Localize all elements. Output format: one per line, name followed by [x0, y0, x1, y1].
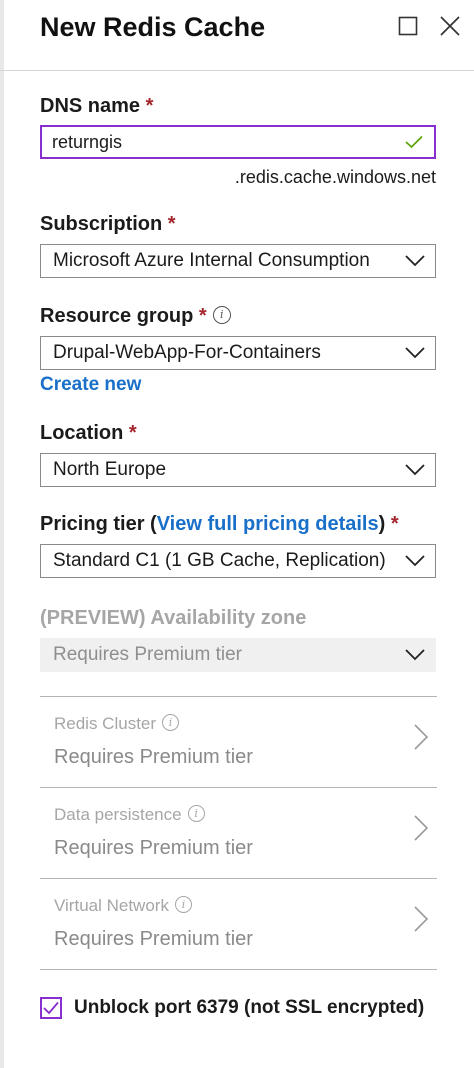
availability-zone-dropdown: Requires Premium tier	[40, 638, 436, 672]
chevron-right-icon	[414, 724, 434, 754]
subscription-selected: Microsoft Azure Internal Consumption	[53, 250, 370, 271]
create-new-link[interactable]: Create new	[40, 374, 141, 396]
redis-cluster-value: Requires Premium tier	[54, 746, 253, 768]
redis-cluster-label: Redis Cluster i	[54, 714, 180, 734]
availability-zone-selected: Requires Premium tier	[53, 644, 242, 665]
info-icon[interactable]: i	[162, 714, 180, 732]
data-persistence-label: Data persistence i	[54, 805, 205, 825]
virtual-network-section[interactable]	[40, 879, 437, 969]
chevron-down-icon	[395, 245, 435, 277]
virtual-network-value: Requires Premium tier	[54, 928, 253, 950]
location-label: Location *	[40, 422, 137, 444]
redis-cluster-section[interactable]	[40, 697, 437, 787]
page-title: New Redis Cache	[40, 12, 266, 42]
blade-header: New Redis Cache	[0, 0, 474, 71]
chevron-down-icon	[395, 337, 435, 369]
location-selected: North Europe	[53, 459, 167, 480]
view-pricing-link[interactable]: View full pricing details	[157, 513, 379, 535]
chevron-down-icon	[395, 454, 435, 486]
divider	[40, 969, 437, 970]
chevron-down-icon	[395, 639, 435, 671]
resource-group-label: Resource group * i	[40, 304, 231, 328]
close-icon	[440, 16, 460, 36]
pricing-tier-selected: Standard C1 (1 GB Cache, Replication)	[53, 550, 386, 571]
valid-check-icon	[394, 126, 434, 158]
info-icon[interactable]: i	[187, 805, 205, 823]
chevron-right-icon	[414, 815, 434, 845]
virtual-network-label: Virtual Network i	[54, 896, 192, 916]
dns-name-field[interactable]	[40, 125, 436, 159]
chevron-right-icon	[414, 906, 434, 936]
pricing-tier-label: Pricing tier (View full pricing details)…	[40, 513, 399, 535]
checkmark-icon	[43, 1001, 59, 1015]
data-persistence-value: Requires Premium tier	[54, 837, 253, 859]
subscription-dropdown[interactable]: Microsoft Azure Internal Consumption	[40, 244, 436, 278]
unblock-port-checkbox[interactable]	[40, 997, 62, 1019]
availability-zone-label: (PREVIEW) Availability zone	[40, 607, 307, 629]
resource-group-selected: Drupal-WebApp-For-Containers	[53, 342, 321, 363]
close-button[interactable]	[436, 12, 464, 40]
dns-name-input[interactable]	[42, 127, 394, 157]
dns-name-label: DNS name *	[40, 95, 154, 117]
location-dropdown[interactable]: North Europe	[40, 453, 436, 487]
info-icon[interactable]: i	[174, 896, 192, 914]
maximize-icon	[398, 16, 418, 36]
dns-suffix: .redis.cache.windows.net	[234, 167, 436, 187]
info-icon[interactable]: i	[212, 305, 231, 324]
chevron-down-icon	[395, 545, 435, 577]
pricing-tier-dropdown[interactable]: Standard C1 (1 GB Cache, Replication)	[40, 544, 436, 578]
resource-group-dropdown[interactable]: Drupal-WebApp-For-Containers	[40, 336, 436, 370]
subscription-label: Subscription *	[40, 213, 176, 235]
maximize-button[interactable]	[394, 12, 422, 40]
blade-left-border	[0, 0, 4, 1068]
unblock-port-label[interactable]: Unblock port 6379 (not SSL encrypted)	[74, 997, 424, 1019]
data-persistence-section[interactable]	[40, 788, 437, 878]
